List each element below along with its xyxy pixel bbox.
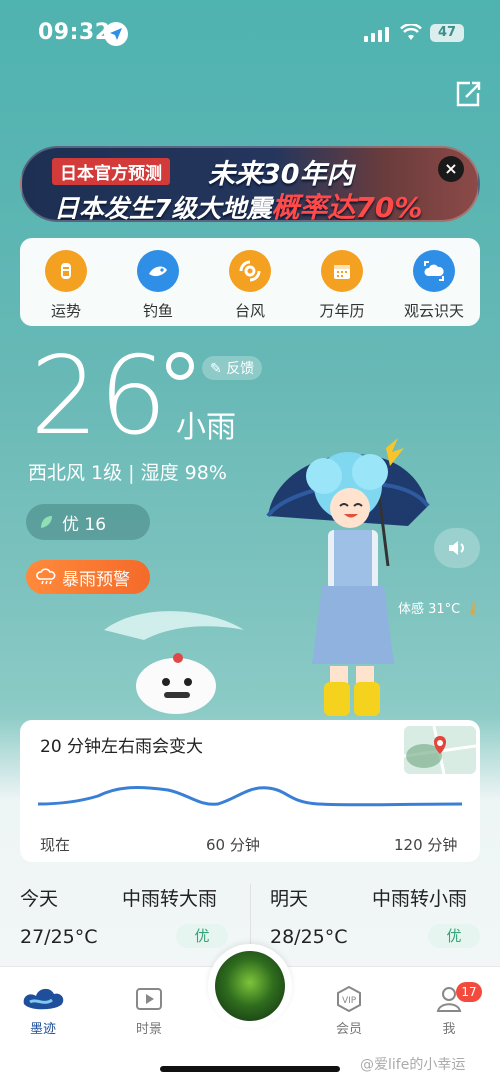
wind-humidity: 西北风 1级 | 湿度 98% xyxy=(28,462,227,484)
cellular-signal-icon xyxy=(364,27,389,42)
tab-label: 墨迹 xyxy=(29,1022,56,1037)
fortune-icon xyxy=(45,250,87,292)
rain-forecast-title: 20 分钟左右雨会变大 xyxy=(40,737,204,757)
tool-typhoon[interactable]: 台风 xyxy=(208,250,292,326)
share-icon[interactable] xyxy=(452,78,484,110)
banner-line2-prefix: 日本发生7级大地震 xyxy=(54,194,272,222)
video-icon xyxy=(136,988,162,1010)
vip-icon: VIP xyxy=(337,985,361,1013)
tool-label: 观云识天 xyxy=(403,302,464,320)
rain-intensity-curve xyxy=(38,786,462,807)
battery-indicator: 47 xyxy=(430,24,464,42)
storm-cloud-icon xyxy=(36,568,56,585)
home-indicator xyxy=(160,1066,340,1072)
tomorrow-description: 中雨转小雨 xyxy=(372,888,468,910)
tool-calendar[interactable]: 万年历 xyxy=(300,250,384,326)
tool-label: 运势 xyxy=(50,302,81,320)
alert-label: 暴雨预警 xyxy=(62,569,130,590)
svg-text:VIP: VIP xyxy=(342,996,357,1006)
today-aqi-badge: 优 xyxy=(176,924,228,948)
status-time: 09:32 xyxy=(38,20,111,45)
weather-character-illustration xyxy=(266,438,430,716)
typhoon-icon xyxy=(229,250,271,292)
notification-badge: 17 xyxy=(456,982,482,1002)
weather-condition: 小雨 xyxy=(176,410,236,445)
leaf-icon xyxy=(41,516,52,528)
aqi-value: 优 16 xyxy=(62,514,107,535)
calendar-icon xyxy=(321,250,363,292)
current-temperature: 26 xyxy=(30,334,168,459)
today-description: 中雨转大雨 xyxy=(122,888,218,910)
divider xyxy=(250,884,251,946)
tomorrow-aqi-badge: 优 xyxy=(428,924,480,948)
radar-map-thumbnail[interactable] xyxy=(404,726,476,774)
rainstorm-alert-button[interactable]: 暴雨预警 xyxy=(26,560,150,594)
tab-moji[interactable]: 墨迹 xyxy=(8,984,78,1037)
feedback-label: 反馈 xyxy=(226,361,255,377)
center-live-scene-button[interactable] xyxy=(208,944,292,1028)
speaker-icon[interactable] xyxy=(434,528,480,568)
tab-label: 会员 xyxy=(335,1022,362,1037)
tomorrow-temperature: 28/25°C xyxy=(270,926,348,948)
tool-label: 台风 xyxy=(234,302,265,320)
time-tick: 60 分钟 xyxy=(206,836,260,854)
banner-subheadline: 日本发生7级大地震概率达70% xyxy=(54,186,423,222)
edit-icon: ✎ xyxy=(210,361,222,377)
minute-rain-card[interactable]: 20 分钟左右雨会变大 现在 60 分钟 120 分钟 xyxy=(20,720,480,862)
time-tick: 现在 xyxy=(40,836,71,854)
cloud-icon xyxy=(413,250,455,292)
tab-label: 我 xyxy=(442,1022,456,1037)
tab-label: 时景 xyxy=(135,1022,162,1037)
today-label[interactable]: 今天 xyxy=(20,884,58,911)
today-temperature: 27/25°C xyxy=(20,926,98,948)
degree-symbol xyxy=(166,352,194,380)
earthquake-banner[interactable]: 日本官方预测 未来30年内 日本发生7级大地震概率达70% × xyxy=(20,146,480,222)
moji-cloud-icon xyxy=(23,988,64,1010)
tool-label: 万年历 xyxy=(319,302,365,320)
time-tick: 120 分钟 xyxy=(394,836,458,854)
fish-icon xyxy=(137,250,179,292)
quick-tools-card: 运势 钓鱼 台风 万年历 观云识天 xyxy=(20,238,480,326)
tool-cloud[interactable]: 观云识天 xyxy=(392,250,476,326)
tool-fishing[interactable]: 钓鱼 xyxy=(116,250,200,326)
close-icon[interactable]: × xyxy=(438,156,464,182)
tool-fortune[interactable]: 运势 xyxy=(24,250,108,326)
watermark: @爱life的小幸运 xyxy=(360,1057,466,1073)
location-arrow-icon xyxy=(104,22,128,46)
tomorrow-label[interactable]: 明天 xyxy=(270,884,308,911)
feedback-button[interactable]: ✎ 反馈 xyxy=(202,356,263,380)
banner-tag: 日本官方预测 xyxy=(52,158,170,185)
banner-line2-highlight: 概率达70% xyxy=(271,191,423,222)
tool-label: 钓鱼 xyxy=(142,302,173,320)
aqi-pill[interactable]: 优 16 xyxy=(26,504,150,540)
thermometer-icon: 🌡 xyxy=(464,602,481,617)
cloud-creature-illustration xyxy=(104,611,244,714)
tab-scenery[interactable]: 时景 xyxy=(114,984,184,1037)
tab-membership[interactable]: VIP 会员 xyxy=(314,984,384,1037)
live-scene-thumbnail xyxy=(215,951,285,1021)
wifi-icon xyxy=(400,23,422,46)
